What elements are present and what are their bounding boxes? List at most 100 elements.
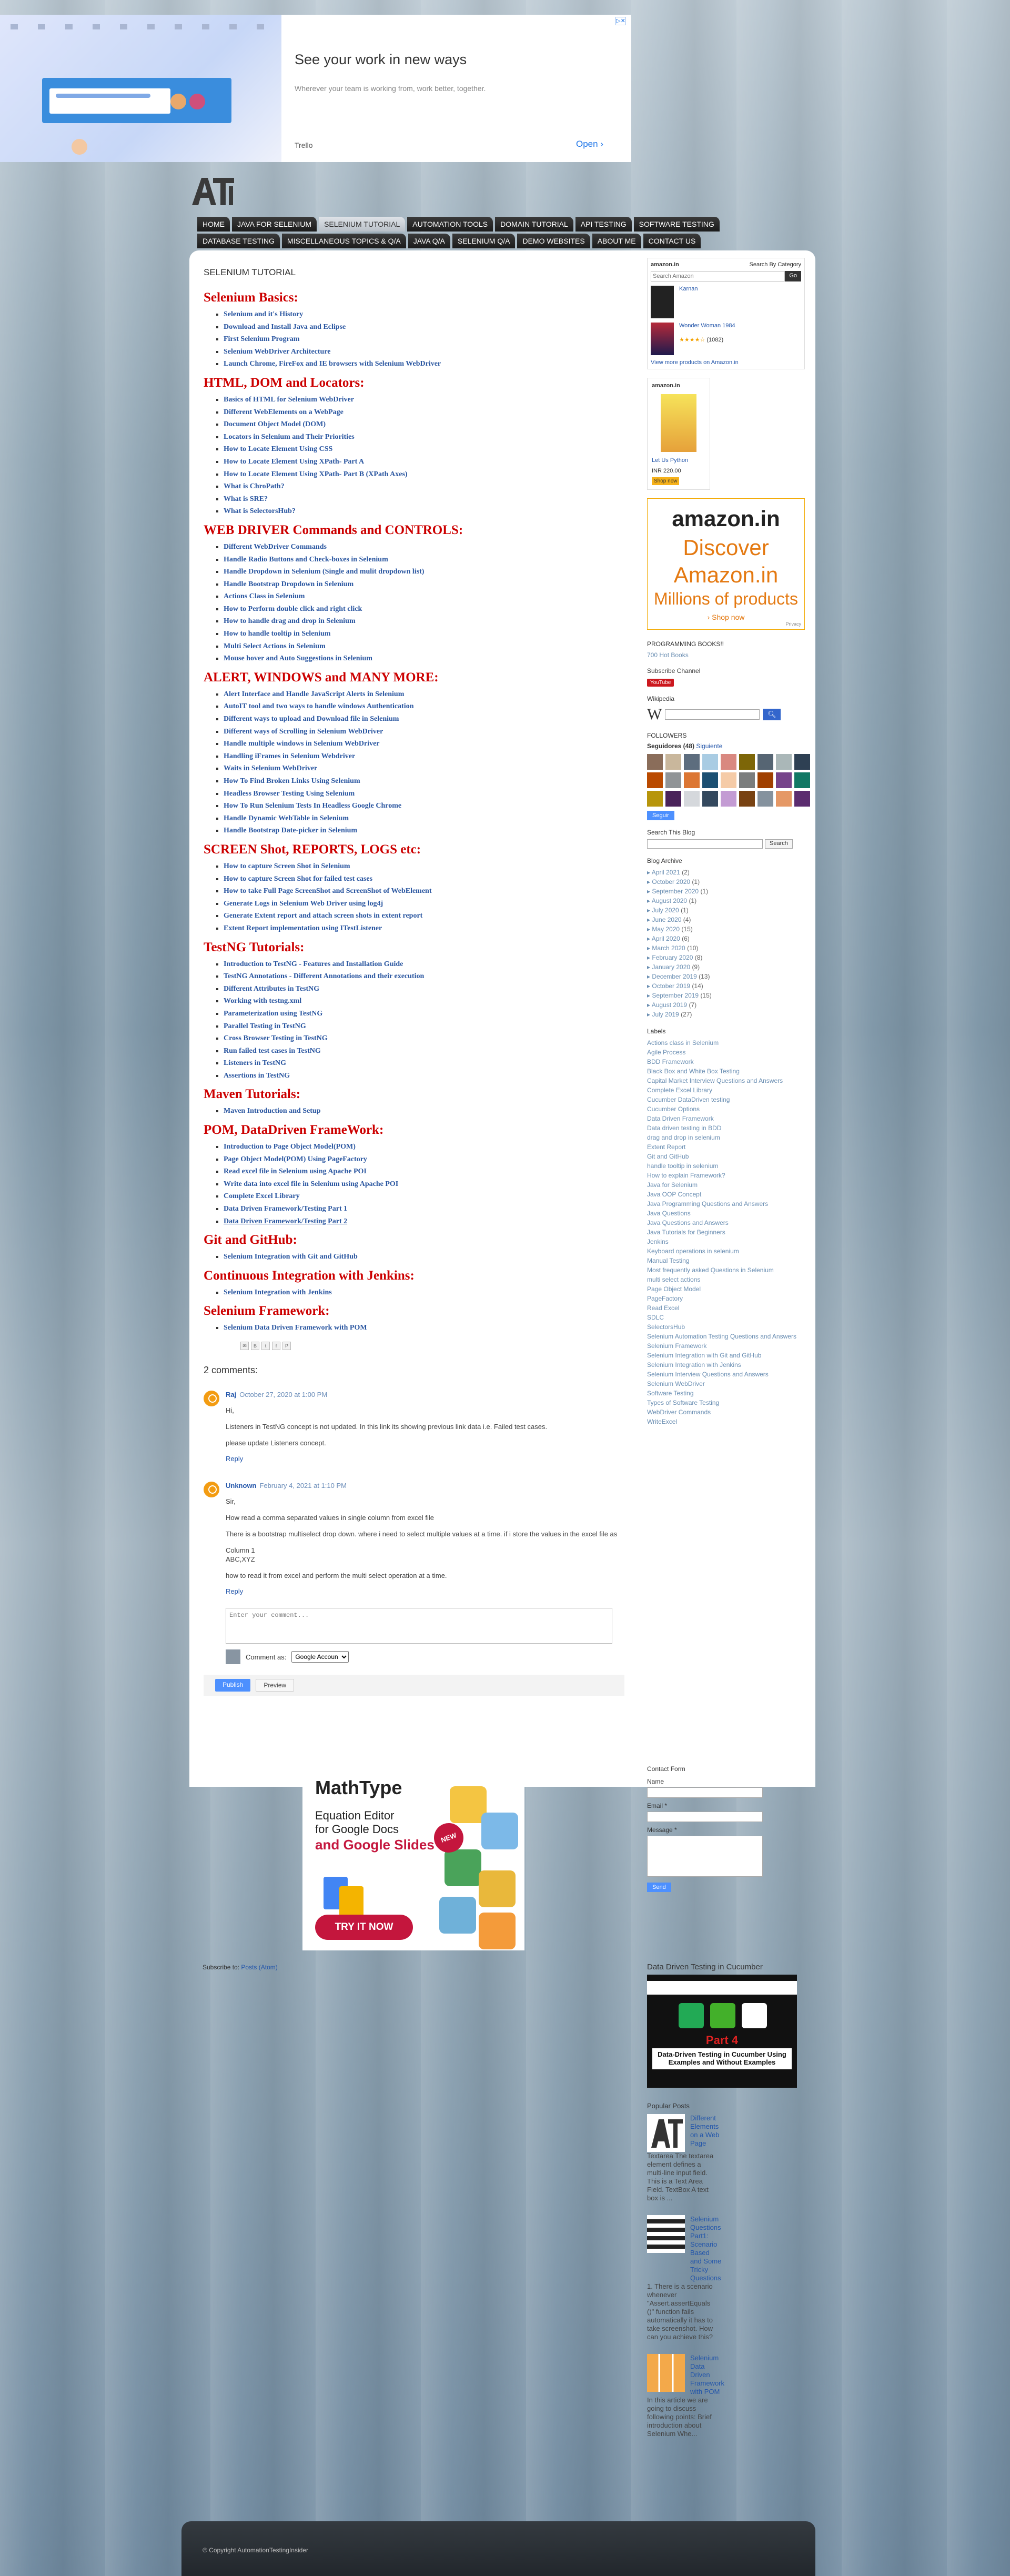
label-item[interactable]: drag and drop in selenium: [647, 1133, 805, 1142]
tutorial-link[interactable]: What is SelectorsHub?: [224, 507, 296, 515]
tutorial-link[interactable]: Selenium WebDriver Architecture: [224, 348, 331, 356]
label-item[interactable]: Java for Selenium: [647, 1180, 805, 1190]
trello-ad[interactable]: See your work in new ways Wherever your …: [0, 15, 631, 162]
tutorial-link[interactable]: Cross Browser Testing in TestNG: [224, 1034, 328, 1042]
tutorial-link[interactable]: How to capture Screen Shot in Selenium: [224, 862, 350, 870]
youtube-button[interactable]: YouTube: [647, 679, 674, 687]
nav-software-testing[interactable]: SOFTWARE TESTING: [633, 217, 720, 232]
twitter-icon[interactable]: t: [261, 1342, 270, 1350]
tutorial-link[interactable]: Data Driven Framework/Testing Part 1: [224, 1205, 347, 1213]
archive-item[interactable]: ▸ October 2020 (1): [647, 877, 805, 887]
search-button[interactable]: Search: [765, 839, 793, 849]
follower-avatar[interactable]: [721, 772, 736, 788]
ddt-thumbnail[interactable]: Part 4 Data-Driven Testing in Cucumber U…: [647, 1975, 797, 2088]
tutorial-link[interactable]: Download and Install Java and Eclipse: [224, 323, 346, 331]
follower-avatar[interactable]: [758, 754, 773, 770]
archive-item[interactable]: ▸ September 2020 (1): [647, 887, 805, 896]
tutorial-link[interactable]: Selenium Integration with Git and GitHub: [224, 1253, 358, 1261]
post-thumbnail[interactable]: [647, 2354, 685, 2392]
tutorial-link[interactable]: Handle Bootstrap Date-picker in Selenium: [224, 827, 357, 834]
label-item[interactable]: Types of Software Testing: [647, 1398, 805, 1407]
follower-avatar[interactable]: [665, 791, 681, 807]
follower-avatar[interactable]: [794, 772, 810, 788]
email-icon[interactable]: ✉: [240, 1342, 249, 1350]
nav-automation-tools[interactable]: AUTOMATION TOOLS: [407, 217, 493, 232]
tutorial-link[interactable]: How to take Full Page ScreenShot and Scr…: [224, 887, 432, 895]
blogthis-icon[interactable]: B: [251, 1342, 259, 1350]
tutorial-link[interactable]: Maven Introduction and Setup: [224, 1107, 321, 1115]
nav-api-testing[interactable]: API TESTING: [575, 217, 632, 232]
follower-avatar[interactable]: [665, 772, 681, 788]
tutorial-link[interactable]: How To Find Broken Links Using Selenium: [224, 777, 360, 785]
follower-avatar[interactable]: [665, 754, 681, 770]
follow-button[interactable]: Seguir: [647, 811, 674, 820]
label-item[interactable]: Agile Process: [647, 1048, 805, 1057]
tutorial-link[interactable]: Handle Radio Buttons and Check-boxes in …: [224, 556, 388, 564]
archive-item[interactable]: ▸ May 2020 (15): [647, 924, 805, 934]
label-item[interactable]: WebDriver Commands: [647, 1407, 805, 1417]
label-item[interactable]: Manual Testing: [647, 1256, 805, 1265]
follower-avatar[interactable]: [721, 791, 736, 807]
label-item[interactable]: Java OOP Concept: [647, 1190, 805, 1199]
comment-date[interactable]: October 27, 2020 at 1:00 PM: [239, 1391, 327, 1398]
tutorial-link[interactable]: Working with testng.xml: [224, 997, 301, 1005]
amazon-book-widget[interactable]: amazon.in Let Us Python INR 220.00 Shop …: [647, 378, 710, 490]
label-item[interactable]: How to explain Framework?: [647, 1171, 805, 1180]
tutorial-link[interactable]: Basics of HTML for Selenium WebDriver: [224, 396, 354, 404]
tutorial-link[interactable]: Introduction to TestNG - Features and In…: [224, 960, 403, 968]
tutorial-link[interactable]: Handle Dynamic WebTable in Selenium: [224, 814, 349, 822]
tutorial-link[interactable]: How to handle drag and drop in Selenium: [224, 617, 356, 625]
follower-avatar[interactable]: [776, 791, 792, 807]
label-item[interactable]: WriteExcel: [647, 1417, 805, 1426]
archive-item[interactable]: ▸ July 2019 (27): [647, 1010, 805, 1019]
tutorial-link[interactable]: Assertions in TestNG: [224, 1072, 290, 1080]
account-select[interactable]: Google Accoun: [291, 1651, 349, 1663]
label-item[interactable]: Selenium Integration with Jenkins: [647, 1360, 805, 1370]
follower-avatar[interactable]: [647, 791, 663, 807]
tutorial-link[interactable]: Selenium and it's History: [224, 310, 303, 318]
tutorial-link[interactable]: Mouse hover and Auto Suggestions in Sele…: [224, 655, 372, 662]
nav-database-testing[interactable]: DATABASE TESTING: [197, 234, 280, 248]
tutorial-link[interactable]: Headless Browser Testing Using Selenium: [224, 790, 355, 798]
follower-avatar[interactable]: [739, 772, 755, 788]
follower-avatar[interactable]: [702, 772, 718, 788]
tutorial-link[interactable]: What is ChroPath?: [224, 482, 285, 490]
label-item[interactable]: Jenkins: [647, 1237, 805, 1246]
view-more-link[interactable]: View more products on Amazon.in: [651, 359, 739, 366]
tutorial-link[interactable]: Different WebElements on a WebPage: [224, 408, 344, 416]
tutorial-link[interactable]: How to capture Screen Shot for failed te…: [224, 875, 372, 883]
label-item[interactable]: Java Tutorials for Beginners: [647, 1227, 805, 1237]
archive-item[interactable]: ▸ June 2020 (4): [647, 915, 805, 924]
tutorial-link[interactable]: Generate Extent report and attach screen…: [224, 912, 422, 920]
archive-item[interactable]: ▸ July 2020 (1): [647, 905, 805, 915]
nav-java-qa[interactable]: JAVA Q/A: [408, 234, 450, 248]
amazon-search-input[interactable]: [651, 271, 785, 281]
archive-item[interactable]: ▸ October 2019 (14): [647, 981, 805, 991]
follower-avatar[interactable]: [758, 772, 773, 788]
tutorial-link[interactable]: Page Object Model(POM) Using PageFactory: [224, 1155, 367, 1163]
archive-item[interactable]: ▸ September 2019 (15): [647, 991, 805, 1000]
nav-contact-us[interactable]: CONTACT US: [643, 234, 701, 248]
reply-link[interactable]: Reply: [226, 1455, 243, 1463]
follower-avatar[interactable]: [739, 791, 755, 807]
product-item[interactable]: Karnan: [651, 286, 801, 318]
label-item[interactable]: Selenium Automation Testing Questions an…: [647, 1332, 805, 1341]
follower-avatar[interactable]: [721, 754, 736, 770]
label-item[interactable]: Complete Excel Library: [647, 1085, 805, 1095]
nav-demo-websites[interactable]: DEMO WEBSITES: [517, 234, 590, 248]
label-item[interactable]: Read Excel: [647, 1303, 805, 1313]
ad-open-button[interactable]: Open ›: [576, 139, 603, 149]
tutorial-link[interactable]: Extent Report implementation using ITest…: [224, 924, 382, 932]
follower-avatar[interactable]: [758, 791, 773, 807]
product-item[interactable]: Wonder Woman 1984 ★★★★☆ (1082): [651, 323, 801, 355]
try-it-now-button[interactable]: TRY IT NOW: [315, 1915, 413, 1940]
tutorial-link[interactable]: Document Object Model (DOM): [224, 420, 326, 428]
follower-avatar[interactable]: [684, 754, 700, 770]
follower-avatar[interactable]: [794, 791, 810, 807]
tutorial-link[interactable]: Introduction to Page Object Model(POM): [224, 1143, 356, 1151]
tutorial-link[interactable]: Run failed test cases in TestNG: [224, 1047, 321, 1055]
label-item[interactable]: Capital Market Interview Questions and A…: [647, 1076, 805, 1085]
follower-avatar[interactable]: [776, 754, 792, 770]
label-item[interactable]: Data driven testing in BDD: [647, 1123, 805, 1133]
comment-author[interactable]: Raj: [226, 1391, 236, 1398]
